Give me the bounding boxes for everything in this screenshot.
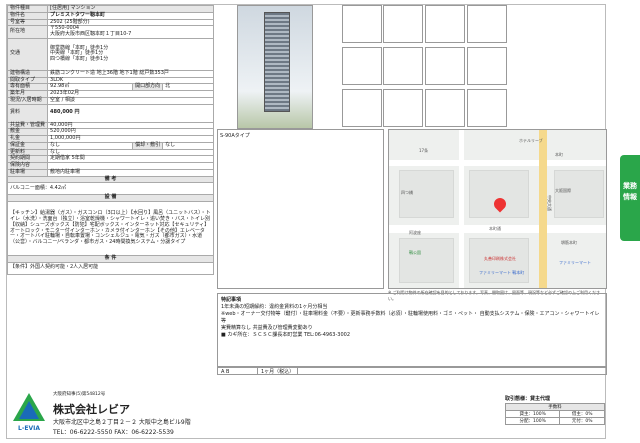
svg-text:L-EVIA: L-EVIA: [18, 425, 40, 432]
map-label: 大阪国際: [555, 188, 571, 193]
traffic-value: 御堂筋線「本町」徒歩1分 中央線「本町」徒歩1分 四つ橋線「本町」徒歩1分: [47, 37, 214, 71]
address-value: 〒550-0004 大阪府大阪市西区靱本町１丁目10-7: [47, 25, 214, 39]
photo-slot: [467, 5, 507, 43]
equipment-text: 【キッチン】給湯器（ガス）・ガスコンロ（3口以上）【水回り】風呂（ユニットバス）…: [7, 201, 214, 256]
map-label: ホテルリーブ: [519, 138, 543, 143]
room-label: 号室等: [6, 18, 49, 27]
company-logo-icon: L-EVIA: [13, 393, 45, 432]
note-line: ■ カギ所在：ＳＣＳＣ課長本町営業 TEL:06-4963-3002: [221, 332, 351, 338]
layout-value: 3LDK: [47, 76, 214, 85]
map-label: 17条: [419, 148, 429, 153]
address-text: 大阪府大阪市西区靱本町１丁目10-7: [50, 31, 132, 37]
photo-slot: [342, 89, 382, 127]
special-notes: 特記事項 1年未満の短期解約：違約金賃料の1ヶ月分相当 ※web・オーナー交付物…: [217, 293, 607, 367]
company-name: 株式会社レビア: [53, 403, 130, 416]
guarantee-label: 保証金: [6, 141, 49, 150]
status-value: 空室 / 相談: [47, 96, 214, 105]
amortization-label: 償却・敷引: [132, 141, 164, 150]
transaction-type: 取引態様：貸主代理: [505, 396, 551, 402]
photo-slot: [425, 47, 465, 85]
conditions-text: 【条件】外国人契約可能・2人入居可能: [7, 261, 214, 275]
map-label: 本町: [555, 152, 563, 157]
photo-slot: [383, 5, 423, 43]
map-label: 本町通: [489, 226, 501, 231]
note-line: ※web・オーナー交付物等（鍵付）・駐車場料金（不要）・更新事務手数料（必須）・…: [221, 311, 600, 324]
traffic-line: 四つ橋線「本町」徒歩1分: [50, 56, 109, 63]
address-label: 所在地: [6, 25, 49, 39]
photo-slot: [383, 89, 423, 127]
map-label: ファミリーマート: [559, 260, 591, 265]
company-address: 大阪市北区中之島２丁目２－２ 大阪中之島ビル9階: [53, 419, 191, 426]
traffic-label: 交通: [6, 37, 49, 71]
tab-label: 業務情報: [623, 182, 637, 201]
map-block: [399, 238, 454, 283]
photo-slot: [383, 47, 423, 85]
location-map[interactable]: 17条 ホテルリーブ 本町 四つ橋 大阪国際 丸善印刷株式会社 ファミリーマート…: [388, 129, 607, 289]
remarks-header: 備 考: [7, 175, 214, 184]
photo-slot: [425, 89, 465, 127]
tower-image: [264, 12, 290, 112]
photo-slot: [342, 47, 382, 85]
status-label: 現況/入居時期: [6, 96, 49, 105]
note-line: 1年未満の短期解約：違約金賃料の1ヶ月分相当: [221, 304, 328, 310]
building-photo: [237, 5, 313, 129]
fee-cell: 貸主：100%: [504, 410, 561, 418]
map-label: 丸善印刷株式会社: [484, 256, 516, 261]
business-info-tab[interactable]: 業務情報: [620, 155, 640, 241]
building-value: 鉄筋コンクリート造 地上36階 地下1階 総戸数353戸: [47, 69, 214, 78]
fee-table: 手数料 貸主：100% 借主：0% 分配：100% 元付：0%: [504, 403, 605, 425]
license-number: 大阪府知事(5)第54812号: [53, 392, 106, 397]
parking-value: 敷地内駐車場: [47, 168, 214, 177]
ad-fee-value: 1ヶ月（税込）: [258, 368, 299, 375]
equipment-header: 設 備: [7, 194, 214, 202]
note-line: 実費精算なし 共益費及び管理費変動あり: [221, 325, 313, 331]
map-road: [459, 130, 464, 288]
rent-value: 480,000 円: [47, 103, 214, 123]
map-label: ファミリーマート 靱本町: [479, 270, 525, 275]
fee-header: 手数料: [505, 403, 605, 411]
map-block: [554, 170, 604, 218]
photo-slot: [467, 89, 507, 127]
floor-plan-label: S-90Aタイプ: [220, 133, 250, 139]
fee-cell: 分配：100%: [504, 417, 561, 425]
fee-cell: 借主：0%: [559, 410, 605, 418]
floor-plan-panel: S-90Aタイプ: [217, 129, 384, 289]
company-phone: TEL：06-6222-5550 FAX：06-6222-5539: [53, 429, 174, 436]
parking-label: 駐車場: [6, 168, 49, 177]
photo-slot: [425, 5, 465, 43]
property-name: プレミストタワー靱本町: [47, 11, 214, 20]
property-sheet: 物件種目 [住居用] マンション 物件名 プレミストタワー靱本町 号室等 2502 (…: [6, 4, 607, 440]
remarks-text: バルコニー面積：4.42㎡: [7, 182, 214, 196]
key-money-value: 1,000,000円: [47, 135, 214, 143]
photo-slot: [467, 47, 507, 85]
map-label: 四つ橋: [401, 190, 413, 195]
map-label: 阿波座: [409, 230, 421, 235]
contract-value: 定期借家 5年間: [47, 155, 214, 163]
map-road: [389, 160, 606, 166]
company-footer: 大阪府知事(5)第54812号 L-EVIA 株式会社レビア 大阪市北区中之島２…: [7, 377, 607, 440]
fee-cell: 元付：0%: [559, 417, 605, 425]
ad-fee-row: A B 1ヶ月（税込）: [217, 367, 607, 375]
rent-label: 賃料: [6, 103, 49, 123]
map-label: 中央大通: [547, 195, 552, 211]
notes-title: 特記事項: [221, 297, 242, 303]
guarantee-value: なし: [47, 141, 134, 150]
direction-value: 北: [162, 83, 214, 91]
map-label: 堺筋本町: [561, 240, 577, 245]
name-label: 物件名: [6, 11, 49, 20]
direction-label: 開口部方向: [132, 83, 164, 91]
ad-fee-label: A B: [218, 368, 258, 375]
conditions-header: 条 件: [7, 255, 214, 263]
photo-slot: [342, 5, 382, 43]
amortization-value: なし: [162, 141, 214, 150]
map-label: 靱公園: [409, 250, 421, 255]
property-spec-table: 物件種目 [住居用] マンション 物件名 プレミストタワー靱本町 号室等 2502 (…: [6, 5, 214, 275]
photo-gallery: [217, 5, 607, 129]
building-label: 建物構造: [6, 69, 49, 78]
